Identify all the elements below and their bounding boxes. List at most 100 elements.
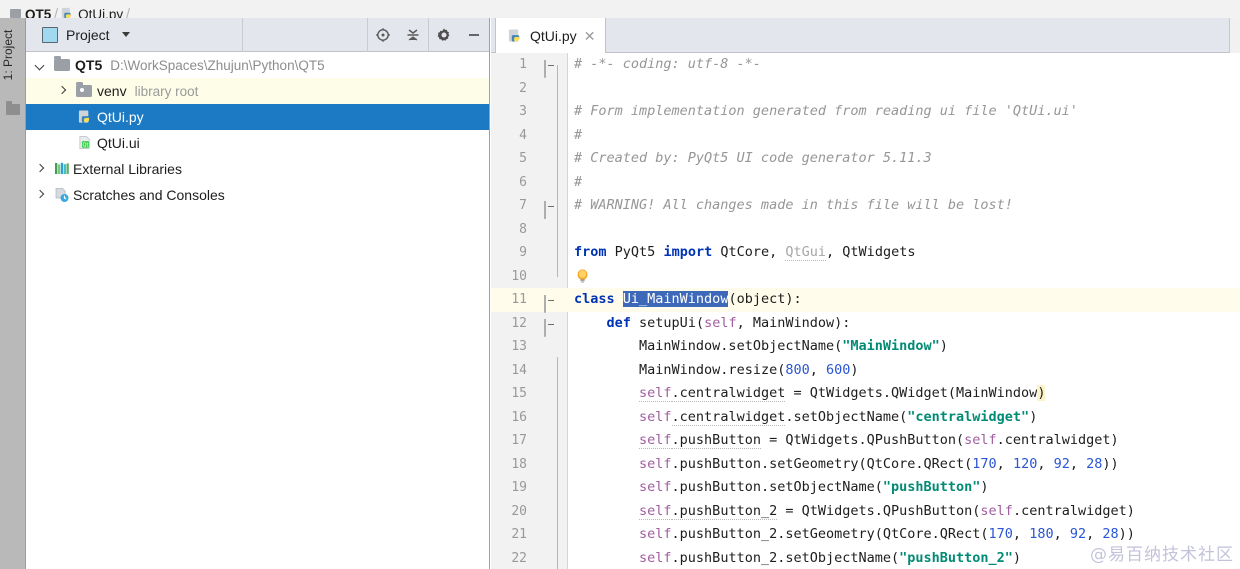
close-icon[interactable]: ✕ (584, 29, 596, 43)
code-line[interactable]: 3 # Form implementation generated from re… (491, 100, 1240, 124)
code-line[interactable]: 10 (491, 265, 1240, 289)
code-text: self.pushButton_2.setObjectName("pushBut… (639, 549, 1022, 566)
line-number: 19 (511, 480, 527, 495)
code-line[interactable]: 8 (491, 218, 1240, 242)
code-line[interactable]: 1 # -*- coding: utf-8 -*- (491, 53, 1240, 78)
code-line[interactable]: 6 # (491, 171, 1240, 195)
breadcrumb-item-file[interactable]: QtUi.py (61, 5, 123, 18)
breadcrumb-separator-2: / (126, 5, 131, 18)
line-number: 16 (511, 409, 527, 425)
chevron-down-icon[interactable] (121, 32, 130, 37)
code-editor[interactable]: 1 # -*- coding: utf-8 -*- 2 3 # Form impleme… (491, 53, 1240, 569)
code-line[interactable]: 18 self.pushButton.setGeometry(QtCore.QR… (491, 453, 1240, 477)
code-text: # Created by: PyQt5 UI code generator 5.… (574, 150, 932, 166)
tree-row-scratches[interactable]: Scratches and Consoles (26, 182, 489, 208)
editor-tab-qtui-py[interactable]: QtUi.py ✕ (495, 18, 607, 53)
fold-marker-icon[interactable] (544, 317, 557, 337)
qt-ui-file-icon: Qt (78, 135, 92, 151)
folder-icon[interactable] (6, 101, 20, 115)
line-number: 10 (511, 268, 527, 284)
project-window-icon (42, 26, 58, 43)
tool-window-button-project[interactable]: 1: Project (1, 20, 27, 90)
collapse-all-icon[interactable] (398, 18, 428, 52)
breadcrumb: QT5 / QtUi.py / (0, 0, 1240, 18)
python-file-icon (78, 109, 92, 125)
editor-area: QtUi.py ✕ 1 # -*- coding: utf-8 -*- 2 3 # Fo… (491, 18, 1240, 569)
tool-window-button-label: 1: Project (1, 29, 15, 81)
line-number: 5 (519, 151, 527, 166)
chevron-right-icon[interactable] (34, 162, 48, 176)
code-text: MainWindow.resize(800, 600) (639, 361, 859, 378)
gear-icon[interactable] (429, 18, 459, 52)
code-line[interactable]: 13 MainWindow.setObjectName("MainWindow"… (491, 335, 1240, 359)
code-text: self.pushButton.setGeometry(QtCore.QRect… (639, 455, 1119, 472)
tree-label-qtui-ui: QtUi.ui (97, 135, 140, 151)
fold-marker-icon[interactable] (544, 58, 557, 78)
tree-row-venv[interactable]: venv library root (26, 78, 489, 104)
breadcrumb-item-module[interactable]: QT5 (10, 5, 51, 18)
code-text: # -*- coding: utf-8 -*- (574, 56, 761, 72)
line-number: 11 (511, 292, 527, 307)
line-number: 21 (511, 527, 527, 542)
svg-text:Qt: Qt (83, 142, 89, 148)
line-number: 4 (519, 127, 527, 143)
code-line[interactable]: 19 self.pushButton.setObjectName("pushBu… (491, 476, 1240, 500)
line-number: 2 (519, 80, 527, 96)
project-title-label: Project (66, 26, 110, 43)
folder-venv-icon (76, 82, 92, 97)
project-tree[interactable]: QT5 D:\WorkSpaces\Zhujun\Python\QT5 venv… (26, 52, 489, 569)
tree-label-external-libraries: External Libraries (73, 161, 182, 177)
tree-row-qtui-ui[interactable]: Qt QtUi.ui (26, 130, 489, 156)
line-number: 12 (511, 315, 527, 331)
project-title-group[interactable]: Project (26, 26, 242, 43)
module-icon (10, 9, 21, 18)
code-line[interactable]: 20 self.pushButton_2 = QtWidgets.QPushBu… (491, 500, 1240, 524)
tool-window-bar-left: 1: Project (0, 18, 26, 569)
code-line[interactable]: 11 class Ui_MainWindow(object): (491, 288, 1240, 313)
code-line[interactable]: 16 self.centralwidget.setObjectName("cen… (491, 406, 1240, 430)
python-file-icon (61, 7, 74, 18)
line-number: 7 (519, 198, 527, 213)
intention-bulb-icon[interactable] (575, 268, 590, 285)
tree-sublabel-venv: library root (134, 83, 199, 99)
minimize-icon[interactable] (459, 18, 489, 52)
code-text: # (574, 126, 583, 143)
fold-marker-icon[interactable] (544, 293, 557, 313)
code-text: # WARNING! All changes made in this file… (574, 197, 1013, 213)
code-lines: 1 # -*- coding: utf-8 -*- 2 3 # Form impleme… (491, 53, 1240, 569)
editor-tab-label: QtUi.py (530, 27, 577, 44)
line-number: 18 (511, 456, 527, 472)
code-line[interactable]: 9 from PyQt5 import QtCore, QtGui, QtWidg… (491, 241, 1240, 265)
code-line[interactable]: 2 (491, 77, 1240, 101)
code-line[interactable]: 17 self.pushButton = QtWidgets.QPushButt… (491, 429, 1240, 453)
scrollbar-corner (1229, 18, 1240, 53)
breadcrumb-label-file: QtUi.py (78, 7, 124, 18)
code-line[interactable]: 14 MainWindow.resize(800, 600) (491, 359, 1240, 383)
code-text: MainWindow.setObjectName("MainWindow") (639, 338, 948, 354)
tree-sublabel-qt5-path: D:\WorkSpaces\Zhujun\Python\QT5 (110, 57, 325, 73)
code-line[interactable]: 7 # WARNING! All changes made in this fil… (491, 194, 1240, 219)
line-number: 14 (511, 362, 527, 378)
chevron-down-icon[interactable] (34, 58, 48, 72)
code-text: self.pushButton.setObjectName("pushButto… (639, 479, 989, 495)
chevron-right-icon[interactable] (56, 84, 70, 98)
tree-row-qt5[interactable]: QT5 D:\WorkSpaces\Zhujun\Python\QT5 (26, 52, 489, 78)
scratches-icon (54, 187, 69, 203)
line-number: 3 (519, 104, 527, 119)
chevron-right-icon[interactable] (34, 188, 48, 202)
code-line[interactable]: 5 # Created by: PyQt5 UI code generator 5… (491, 147, 1240, 171)
code-line[interactable]: 15 self.centralwidget = QtWidgets.QWidge… (491, 382, 1240, 406)
locate-icon[interactable] (368, 18, 398, 52)
code-line[interactable]: 4 # (491, 124, 1240, 148)
code-line[interactable]: 12 def setupUi(self, MainWindow): (491, 312, 1240, 337)
tree-row-qtui-py[interactable]: QtUi.py (26, 104, 489, 130)
tree-label-qtui-py: QtUi.py (97, 109, 144, 125)
line-number: 8 (519, 221, 527, 237)
fold-marker-icon[interactable] (544, 199, 557, 219)
project-panel-header: Project (26, 17, 489, 52)
line-number: 22 (511, 550, 527, 566)
line-number: 9 (519, 245, 527, 260)
line-number: 6 (519, 174, 527, 190)
tree-row-external-libraries[interactable]: External Libraries (26, 156, 489, 182)
code-text: self.centralwidget.setObjectName("centra… (639, 408, 1038, 426)
